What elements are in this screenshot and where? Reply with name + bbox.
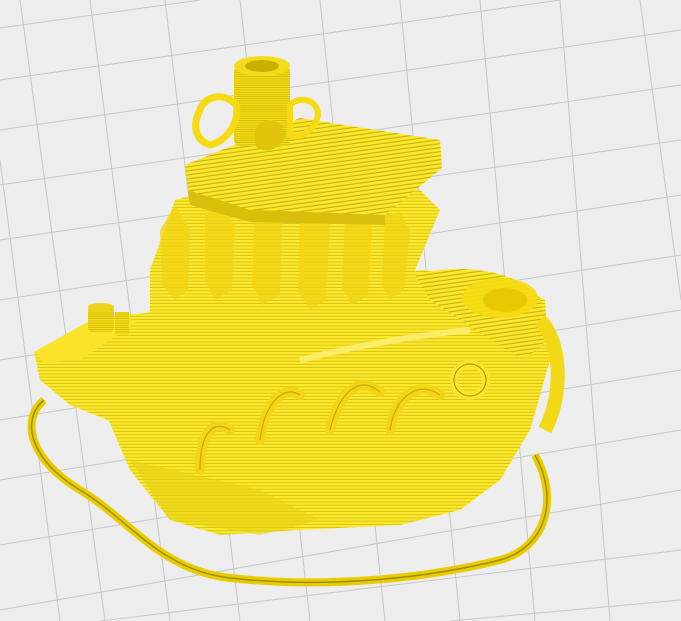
3d-viewport[interactable]: [0, 0, 681, 621]
chimney: [192, 56, 322, 151]
